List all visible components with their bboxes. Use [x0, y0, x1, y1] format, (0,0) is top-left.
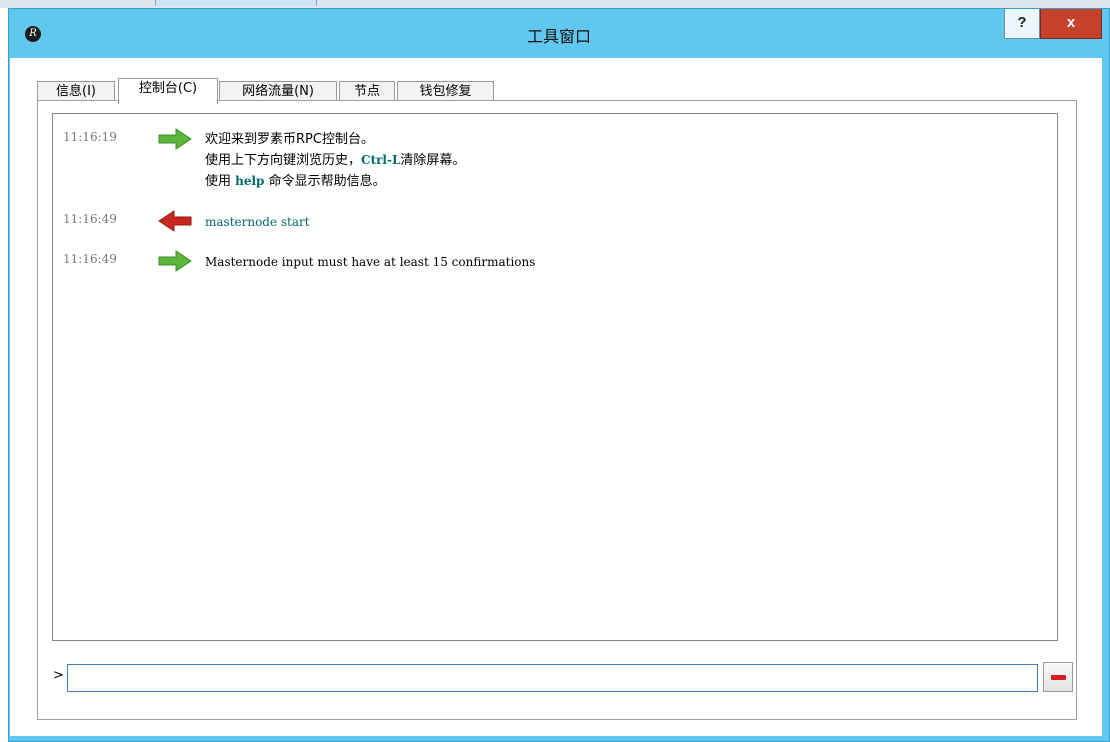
tab-information[interactable]: 信息(I): [37, 81, 115, 102]
title-bar[interactable]: R 工具窗口 ? x: [9, 9, 1109, 59]
reply-text: Masternode input must have at least 15 c…: [205, 255, 536, 269]
tab-peers[interactable]: 节点: [339, 81, 395, 102]
console-input[interactable]: [67, 664, 1038, 692]
request-arrow-icon: [158, 210, 192, 232]
message-timestamp: 11:16:49: [63, 212, 117, 226]
tool-window: R 工具窗口 ? x 信息(I) 控制台(C) 网络流量(N) 节点 钱包修复 …: [8, 8, 1110, 742]
close-button[interactable]: x: [1040, 9, 1102, 39]
message-text: 欢迎来到罗素币RPC控制台。 使用上下方向键浏览历史，Ctrl-L清除屏幕。 使…: [205, 130, 465, 192]
background-selection: [155, 0, 317, 6]
command-text: masternode start: [205, 215, 310, 229]
reply-arrow-icon: [158, 250, 192, 272]
welcome-line: 欢迎来到罗素币RPC控制台。: [205, 132, 374, 147]
reply-arrow-icon: [158, 128, 192, 150]
clear-console-button[interactable]: [1043, 662, 1073, 692]
background-window-strip: [0, 0, 1110, 8]
shortcut-keyword: Ctrl-L: [361, 153, 401, 167]
tab-console[interactable]: 控制台(C): [118, 78, 218, 104]
window-client: 信息(I) 控制台(C) 网络流量(N) 节点 钱包修复 11:16:19 欢迎…: [10, 58, 1102, 736]
message-timestamp: 11:16:19: [63, 130, 117, 144]
help-keyword: help: [235, 174, 265, 188]
tab-wallet-repair[interactable]: 钱包修复: [397, 81, 494, 102]
console-panel: 11:16:19 欢迎来到罗素币RPC控制台。 使用上下方向键浏览历史，Ctrl…: [37, 100, 1077, 720]
console-output[interactable]: 11:16:19 欢迎来到罗素币RPC控制台。 使用上下方向键浏览历史，Ctrl…: [52, 113, 1058, 641]
tab-network-traffic[interactable]: 网络流量(N): [219, 81, 337, 102]
clear-icon: [1051, 675, 1066, 680]
history-hint-line: 使用上下方向键浏览历史，Ctrl-L清除屏幕。: [205, 153, 466, 168]
help-hint-line: 使用 help 命令显示帮助信息。: [205, 174, 386, 189]
help-button[interactable]: ?: [1004, 9, 1040, 39]
window-title: 工具窗口: [526, 27, 591, 46]
message-timestamp: 11:16:49: [63, 252, 117, 266]
prompt-symbol: >: [53, 668, 64, 683]
